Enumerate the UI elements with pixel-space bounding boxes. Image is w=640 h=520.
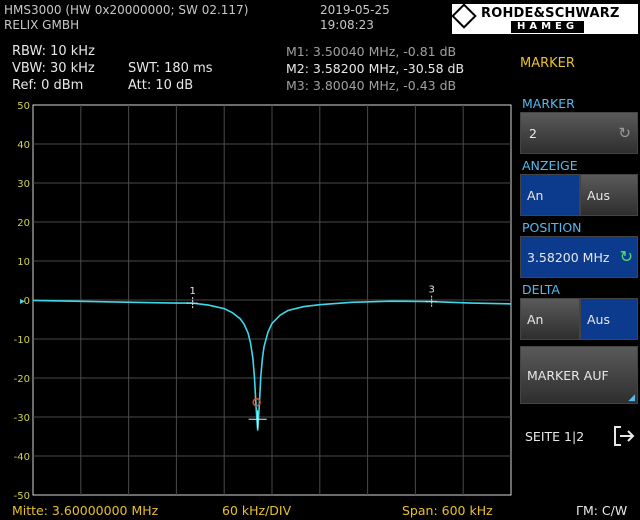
rotary-knob-icon: ↻ bbox=[619, 247, 633, 266]
device-info: HMS3000 (HW 0x20000000; SW 02.117) bbox=[4, 3, 249, 17]
y-tick-label: -30 bbox=[14, 413, 30, 424]
softkey-position-title: POSITION bbox=[522, 220, 582, 235]
marker-3-label: 3 bbox=[428, 285, 434, 296]
y-tick-label: 40 bbox=[17, 140, 30, 151]
corner-arrow-icon: ◢ bbox=[628, 393, 635, 403]
marker-auf-button[interactable]: MARKER AUF ◢ bbox=[520, 346, 638, 404]
div-label: 60 kHz/DIV bbox=[222, 503, 292, 518]
marker-2-readout: M2: 3.58200 MHz, -30.58 dB bbox=[286, 61, 465, 76]
span-label: Span: 600 kHz bbox=[402, 503, 493, 518]
softkey-delta-title: DELTA bbox=[522, 282, 560, 297]
delta-off-button[interactable]: Aus bbox=[580, 298, 638, 340]
page-indicator: SEITE 1|2 bbox=[525, 429, 585, 444]
mode-label: ΓM: C/W bbox=[576, 503, 628, 518]
softkey-marker-title: MARKER bbox=[522, 96, 575, 111]
y-tick-label: 30 bbox=[17, 179, 30, 190]
y-tick-label: -10 bbox=[14, 335, 30, 346]
swt-label: SWT: 180 ms bbox=[128, 61, 213, 76]
rotary-knob-icon: ↻ bbox=[618, 124, 631, 142]
anzeige-on-button[interactable]: An bbox=[520, 174, 580, 216]
brand-logo: ROHDE&SCHWARZ HAMEG bbox=[451, 3, 638, 34]
att-label: Att: 10 dB bbox=[128, 78, 194, 93]
spectrum-plot[interactable]: 50403020100-10-20-30-40-50▸1 3 bbox=[0, 98, 516, 502]
date-label: 2019-05-25 bbox=[320, 3, 390, 17]
ref-level-indicator: ▸ bbox=[20, 296, 25, 307]
y-tick-label: -50 bbox=[14, 491, 30, 502]
vbw-label: VBW: 30 kHz bbox=[12, 61, 95, 76]
center-freq-label: Mitte: 3.60000000 MHz bbox=[12, 503, 159, 518]
owner-label: RELIX GMBH bbox=[4, 18, 80, 32]
y-tick-label: 20 bbox=[17, 218, 30, 229]
exit-icon bbox=[614, 426, 635, 446]
delta-on-button[interactable]: An bbox=[520, 298, 580, 340]
ref-label: Ref: 0 dBm bbox=[12, 78, 84, 93]
anzeige-off-button[interactable]: Aus bbox=[580, 174, 638, 216]
exit-menu-button[interactable] bbox=[612, 424, 636, 448]
y-tick-label: 10 bbox=[17, 257, 30, 268]
y-tick-label: -20 bbox=[14, 374, 30, 385]
rs-badge-icon bbox=[451, 3, 477, 29]
menu-title: MARKER bbox=[520, 56, 575, 71]
marker-select-button[interactable]: 2 ↻ bbox=[520, 112, 638, 154]
softkey-anzeige-title: ANZEIGE bbox=[522, 158, 578, 173]
y-tick-label: 50 bbox=[17, 101, 30, 112]
marker-3-readout: M3: 3.80040 MHz, -0.43 dB bbox=[286, 78, 457, 93]
time-label: 19:08:23 bbox=[320, 18, 374, 32]
y-tick-label: -40 bbox=[14, 452, 30, 463]
marker-1-readout: M1: 3.50040 MHz, -0.81 dB bbox=[286, 44, 457, 59]
rbw-label: RBW: 10 kHz bbox=[12, 44, 95, 59]
marker-1-label: 1 bbox=[189, 286, 195, 297]
position-input-button[interactable]: 3.58200 MHz ↻ bbox=[520, 236, 638, 278]
